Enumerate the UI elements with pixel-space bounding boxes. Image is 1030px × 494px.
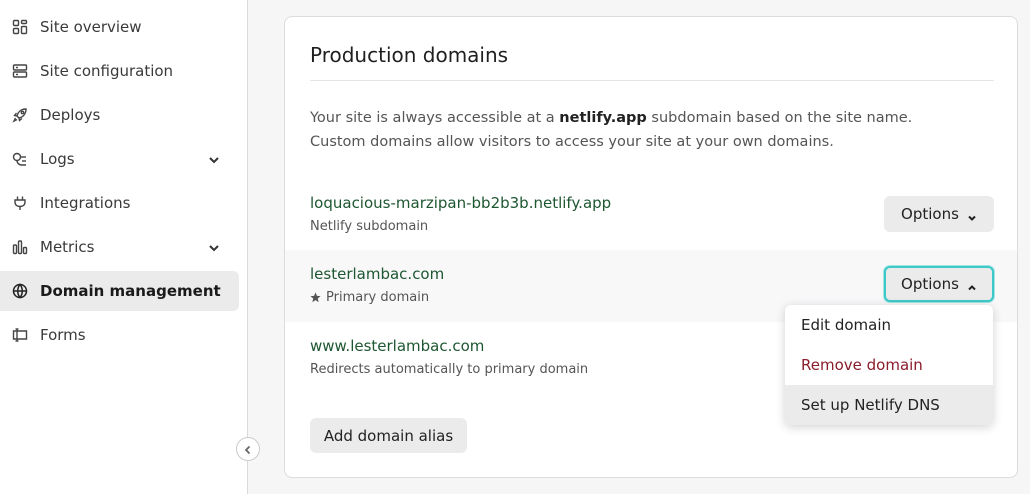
form-icon xyxy=(12,327,28,343)
sidebar: Site overview Site configuration Deploys… xyxy=(0,0,248,494)
options-dropdown-menu: Edit domain Remove domain Set up Netlify… xyxy=(785,305,993,425)
divider xyxy=(310,80,994,81)
sidebar-item-label: Metrics xyxy=(40,238,95,256)
server-icon xyxy=(12,63,28,79)
globe-icon xyxy=(12,283,28,299)
options-button-label: Options xyxy=(901,275,959,293)
grid-icon xyxy=(12,19,28,35)
domain-subtitle: Redirects automatically to primary domai… xyxy=(310,362,589,377)
sidebar-item-label: Domain management xyxy=(40,282,221,300)
sidebar-item-forms[interactable]: Forms xyxy=(0,315,239,355)
sidebar-item-site-overview[interactable]: Site overview xyxy=(0,7,239,47)
description-text: Your site is always accessible at a xyxy=(310,110,560,126)
chevron-left-icon xyxy=(243,440,253,459)
collapse-sidebar-button[interactable] xyxy=(236,437,260,461)
domain-name[interactable]: loquacious-marzipan-bb2b3b.netlify.app xyxy=(310,194,611,212)
options-button[interactable]: Options xyxy=(884,266,994,302)
bar-chart-icon xyxy=(12,239,28,255)
options-button[interactable]: Options xyxy=(884,196,994,232)
sidebar-item-domain-management[interactable]: Domain management xyxy=(0,271,239,311)
sidebar-item-deploys[interactable]: Deploys xyxy=(0,95,239,135)
plug-icon xyxy=(12,195,28,211)
sidebar-item-logs[interactable]: Logs xyxy=(0,139,239,179)
card-description: Your site is always accessible at a netl… xyxy=(310,106,970,154)
sidebar-item-label: Integrations xyxy=(40,194,131,212)
sidebar-item-label: Deploys xyxy=(40,106,101,124)
chevron-up-icon xyxy=(967,279,977,291)
sidebar-item-metrics[interactable]: Metrics xyxy=(0,227,239,267)
sidebar-item-integrations[interactable]: Integrations xyxy=(0,183,239,223)
domain-subtitle: Primary domain xyxy=(310,290,429,305)
logs-icon xyxy=(12,151,28,167)
chevron-down-icon xyxy=(967,209,977,221)
chevron-down-icon xyxy=(207,152,221,166)
options-button-label: Options xyxy=(901,205,959,223)
sidebar-item-site-configuration[interactable]: Site configuration xyxy=(0,51,239,91)
sidebar-item-label: Site overview xyxy=(40,18,142,36)
star-icon xyxy=(310,292,321,303)
sidebar-item-label: Site configuration xyxy=(40,62,174,80)
domain-name[interactable]: lesterlambac.com xyxy=(310,265,444,283)
chevron-down-icon xyxy=(207,240,221,254)
sidebar-item-label: Logs xyxy=(40,150,75,168)
primary-domain-label: Primary domain xyxy=(326,290,430,305)
description-bold: netlify.app xyxy=(559,110,647,126)
menu-item-remove-domain[interactable]: Remove domain xyxy=(785,345,993,385)
sidebar-item-label: Forms xyxy=(40,326,86,344)
rocket-icon xyxy=(12,107,28,123)
domain-row: loquacious-marzipan-bb2b3b.netlify.app N… xyxy=(285,179,1017,251)
card-title: Production domains xyxy=(310,43,509,67)
domain-subtitle: Netlify subdomain xyxy=(310,219,429,234)
domain-name[interactable]: www.lesterlambac.com xyxy=(310,337,484,355)
menu-item-setup-netlify-dns[interactable]: Set up Netlify DNS xyxy=(785,385,993,425)
add-domain-alias-button[interactable]: Add domain alias xyxy=(310,418,467,453)
menu-item-edit-domain[interactable]: Edit domain xyxy=(785,305,993,345)
